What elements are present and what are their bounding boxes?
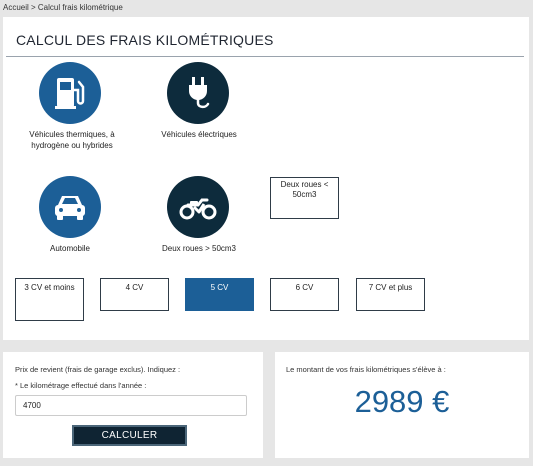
category-label-deux-roues-plus: Deux roues > 50cm3 xyxy=(161,244,237,253)
electric-plug-icon[interactable] xyxy=(167,62,229,124)
result-panel: Le montant de vos frais kilométriques s'… xyxy=(275,352,529,458)
result-amount: 2989 € xyxy=(354,384,450,419)
fuel-pump-icon[interactable] xyxy=(39,62,101,124)
deux-roues-moins-50-button[interactable]: Deux roues < 50cm3 xyxy=(270,177,339,219)
car-icon[interactable] xyxy=(39,176,101,238)
category-label-thermique: Véhicules thermiques, à hydrogène ou hyb… xyxy=(29,130,115,150)
breadcrumb[interactable]: Accueil > Calcul frais kilométrique xyxy=(3,3,123,12)
result-label: Le montant de vos frais kilométriques s'… xyxy=(286,365,446,374)
mileage-label: * Le kilométrage effectué dans l'année : xyxy=(15,381,147,390)
title-divider xyxy=(6,56,524,57)
category-label-electrique: Véhicules électriques xyxy=(161,130,237,139)
power-option-4cv[interactable]: 4 CV xyxy=(100,278,169,311)
mileage-form-panel: Prix de revient (frais de garage exclus)… xyxy=(3,352,263,458)
power-option-6cv[interactable]: 6 CV xyxy=(270,278,339,311)
mileage-input[interactable] xyxy=(15,395,247,416)
power-option-7cv[interactable]: 7 CV et plus xyxy=(356,278,425,311)
vehicle-selection-panel: CALCUL DES FRAIS KILOMÉTRIQUES Véhicules… xyxy=(3,17,529,340)
power-option-3cv[interactable]: 3 CV et moins xyxy=(15,278,84,321)
power-option-5cv[interactable]: 5 CV xyxy=(185,278,254,311)
form-intro-text: Prix de revient (frais de garage exclus)… xyxy=(15,365,181,374)
motorcycle-icon[interactable] xyxy=(167,176,229,238)
category-label-automobile: Automobile xyxy=(49,244,91,253)
calculate-button[interactable]: CALCULER xyxy=(72,425,187,446)
page-title: CALCUL DES FRAIS KILOMÉTRIQUES xyxy=(16,32,274,48)
